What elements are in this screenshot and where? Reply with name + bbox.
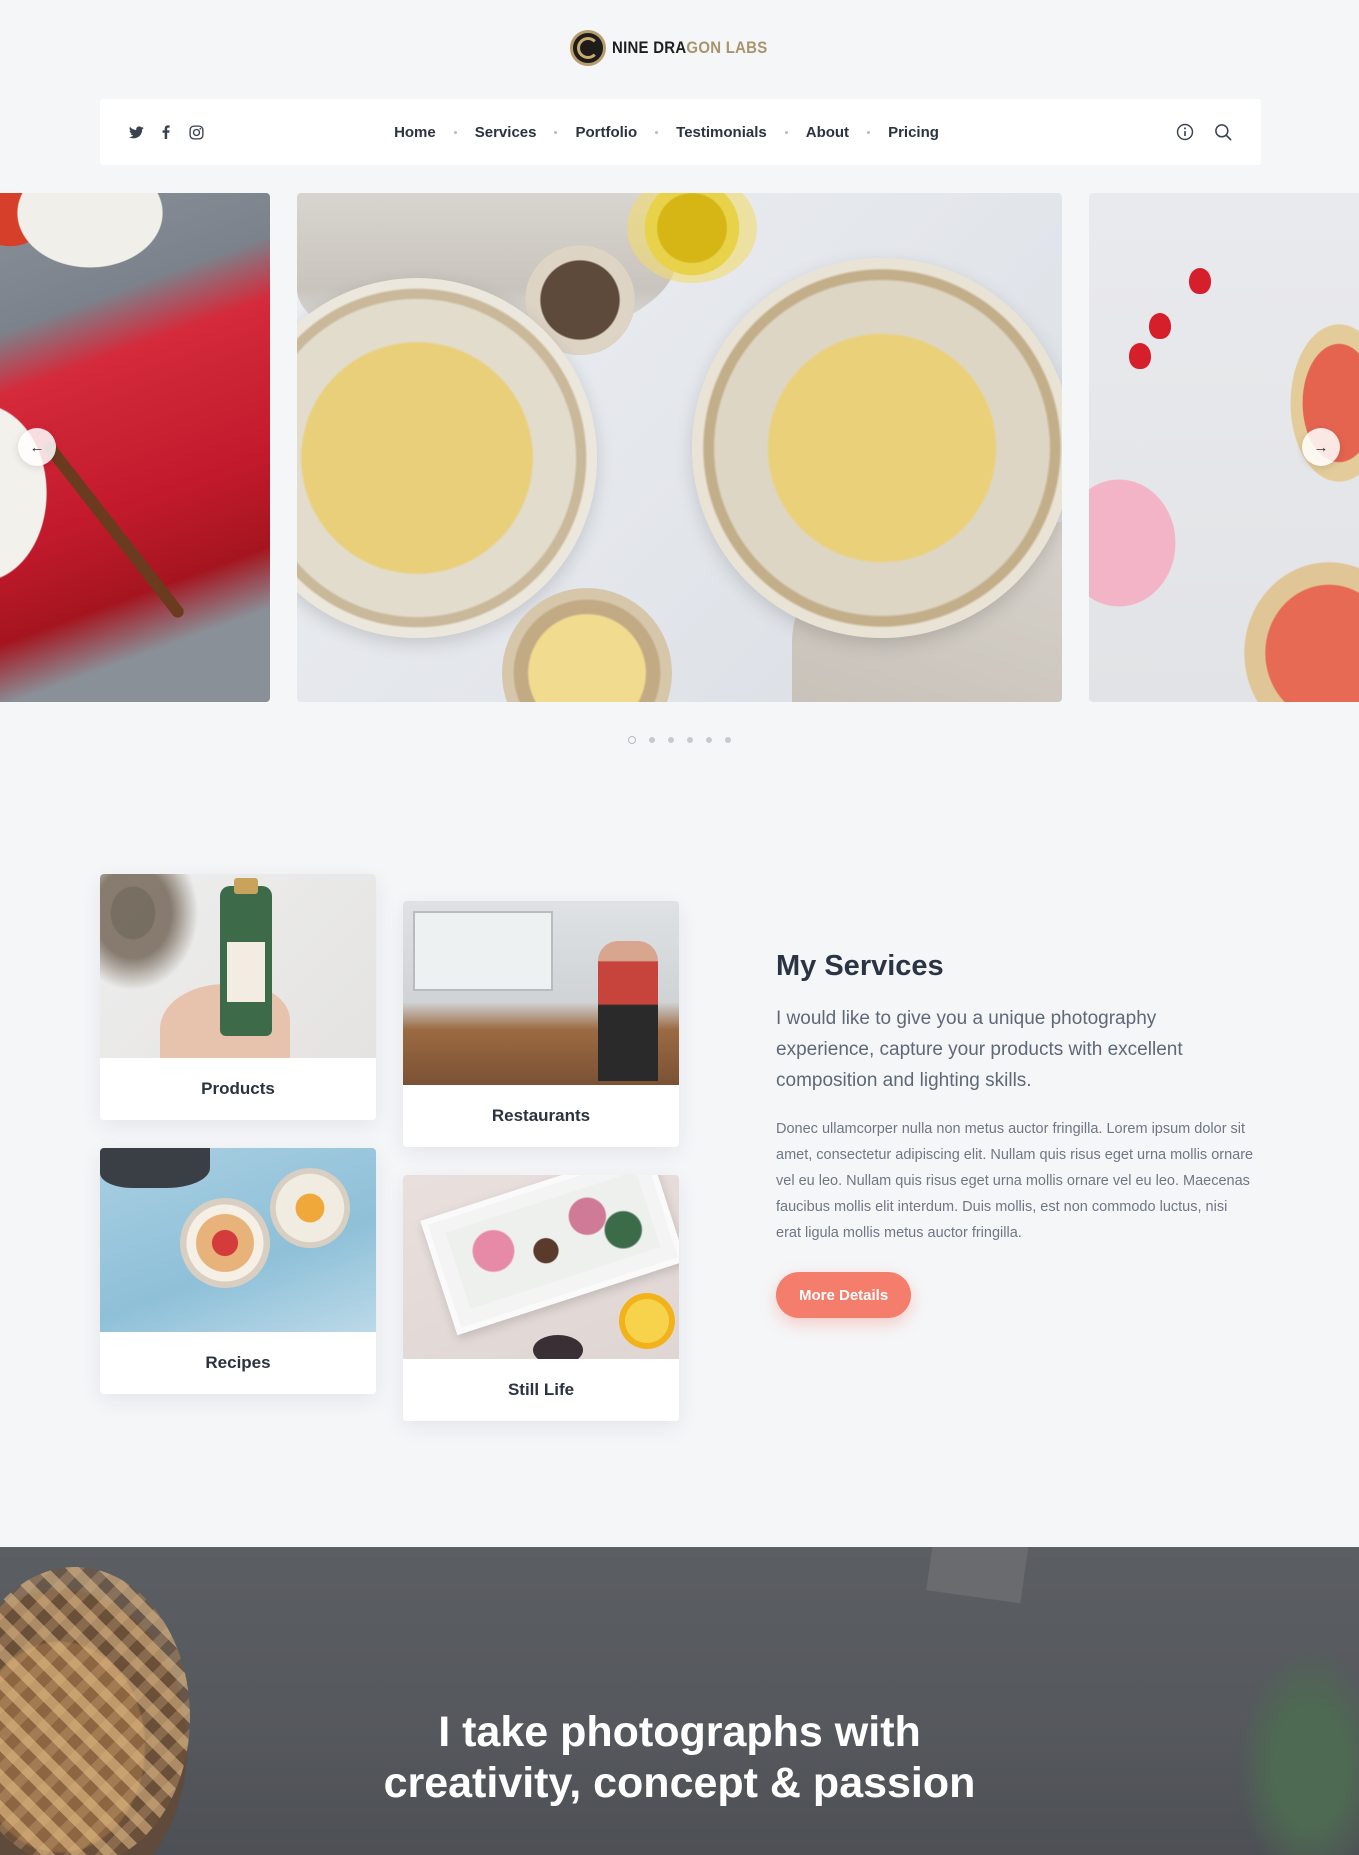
carousel-pagination	[0, 736, 1359, 744]
napkin-image	[926, 1547, 1029, 1604]
nav-testimonials[interactable]: Testimonials	[674, 124, 769, 141]
restaurants-image	[403, 901, 679, 1085]
nav-menu: Home Services Portfolio Testimonials Abo…	[300, 124, 1033, 141]
carousel-next-button[interactable]: →	[1302, 428, 1340, 466]
services-intro: My Services I would like to give you a u…	[776, 950, 1256, 1318]
service-card-label: Products	[201, 1079, 275, 1098]
carousel-dot[interactable]	[668, 737, 674, 743]
hero-heading-line1: I take photographs with	[438, 1708, 921, 1756]
hero-banner: I take photographs with creativity, conc…	[0, 1547, 1359, 1855]
service-card-products[interactable]: Products	[100, 874, 376, 1120]
carousel-slide-active[interactable]	[297, 193, 1062, 702]
dragon-logo-icon	[570, 30, 607, 66]
service-card-label: Restaurants	[491, 1106, 591, 1125]
hero-heading-line2: creativity, concept & passion	[383, 1759, 976, 1807]
main-navbar: Home Services Portfolio Testimonials Abo…	[100, 99, 1261, 165]
carousel-dot[interactable]	[687, 737, 693, 743]
services-description: Donec ullamcorper nulla non metus auctor…	[776, 1121, 1254, 1241]
facebook-icon[interactable]	[158, 124, 174, 140]
nav-separator	[453, 130, 457, 134]
nav-about[interactable]: About	[804, 124, 851, 141]
service-card-label: Recipes	[205, 1353, 271, 1372]
still-life-image	[403, 1175, 679, 1359]
nav-pricing[interactable]: Pricing	[886, 124, 941, 141]
nav-separator	[784, 130, 788, 134]
image-carousel[interactable]: ← →	[0, 193, 1359, 702]
nav-separator	[655, 130, 659, 134]
carousel-dot[interactable]	[649, 737, 655, 743]
arrow-left-icon: ←	[29, 438, 45, 456]
carousel-dot[interactable]	[706, 737, 712, 743]
instagram-icon[interactable]	[188, 124, 204, 140]
hero-heading: I take photographs with creativity, conc…	[0, 1707, 1359, 1809]
twitter-icon[interactable]	[128, 124, 144, 140]
nav-separator	[554, 130, 558, 134]
service-card-restaurants[interactable]: Restaurants	[403, 901, 679, 1147]
strawberry	[1149, 313, 1171, 339]
strawberry	[1129, 343, 1151, 369]
nav-separator	[867, 130, 871, 134]
carousel-dot[interactable]	[725, 737, 731, 743]
services-lead: I would like to give you a unique photog…	[776, 1008, 1183, 1091]
site-logo[interactable]: NINE DRAGON LABS	[0, 30, 1359, 66]
arrow-right-icon: →	[1313, 438, 1329, 456]
service-card-recipes[interactable]: Recipes	[100, 1148, 376, 1394]
products-image	[100, 874, 376, 1058]
search-icon[interactable]	[1213, 122, 1233, 142]
pasta-plate	[692, 258, 1062, 638]
nav-home[interactable]: Home	[392, 124, 438, 141]
nav-services[interactable]: Services	[473, 124, 539, 141]
brand-name: NINE DRAGON LABS	[612, 38, 768, 57]
nav-portfolio[interactable]: Portfolio	[573, 124, 639, 141]
carousel-prev-button[interactable]: ←	[18, 428, 56, 466]
carousel-dot[interactable]	[628, 736, 636, 744]
more-details-button[interactable]: More Details	[776, 1272, 912, 1318]
social-links	[128, 124, 328, 140]
services-heading: My Services	[776, 950, 944, 982]
service-card-still-life[interactable]: Still Life	[403, 1175, 679, 1421]
service-card-label: Still Life	[507, 1380, 575, 1399]
recipes-image	[100, 1148, 376, 1332]
info-icon[interactable]	[1175, 122, 1195, 142]
fork-handle	[41, 439, 187, 621]
cheese-bowl	[502, 588, 672, 702]
strawberry	[1189, 268, 1211, 294]
nav-actions	[1033, 122, 1233, 142]
